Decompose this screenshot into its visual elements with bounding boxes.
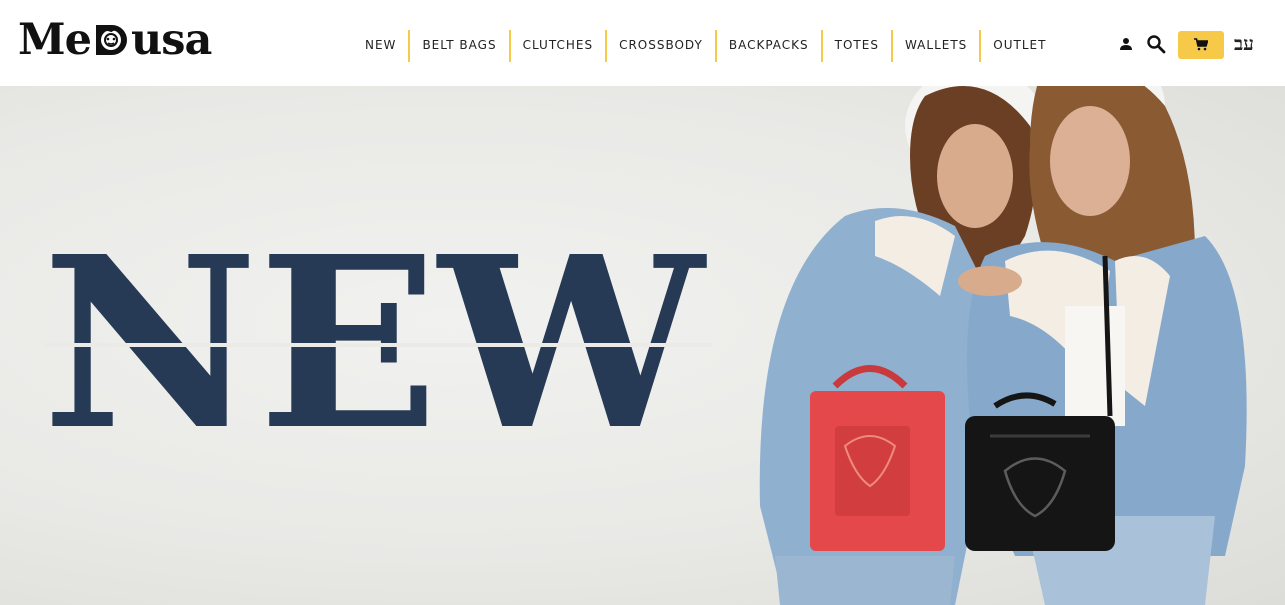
hero-title-text: NEW xyxy=(42,254,707,444)
language-switch-link[interactable]: עב xyxy=(1234,30,1254,58)
main-nav: NEW BELT BAGS CLUTCHES CROSSBODY BACKPAC… xyxy=(353,30,1058,62)
nav-item-outlet[interactable]: OUTLET xyxy=(981,30,1058,62)
site-header: Me usa NEW BELT BAGS CLUTCHES CROSSBODY … xyxy=(0,0,1285,86)
brand-logo-text-left: Me xyxy=(18,15,92,65)
hero-banner[interactable]: NEW xyxy=(0,86,1285,605)
nav-item-crossbody[interactable]: CROSSBODY xyxy=(607,30,717,62)
brand-logo-text-right: usa xyxy=(130,15,212,65)
hero-title: NEW xyxy=(42,254,712,444)
cart-button[interactable] xyxy=(1178,31,1224,59)
cart-icon xyxy=(1194,36,1209,55)
nav-item-wallets[interactable]: WALLETS xyxy=(893,30,982,62)
nav-item-belt-bags[interactable]: BELT BAGS xyxy=(410,30,511,62)
search-icon[interactable] xyxy=(1146,34,1166,54)
medusa-emblem-icon xyxy=(92,21,130,59)
brand-logo[interactable]: Me usa xyxy=(18,15,212,65)
hero-models-photo xyxy=(759,86,1247,605)
user-icon[interactable] xyxy=(1119,36,1133,50)
nav-item-new[interactable]: NEW xyxy=(353,30,411,62)
nav-item-clutches[interactable]: CLUTCHES xyxy=(511,30,608,62)
nav-item-backpacks[interactable]: BACKPACKS xyxy=(717,30,823,62)
nav-item-totes[interactable]: TOTES xyxy=(823,30,893,62)
